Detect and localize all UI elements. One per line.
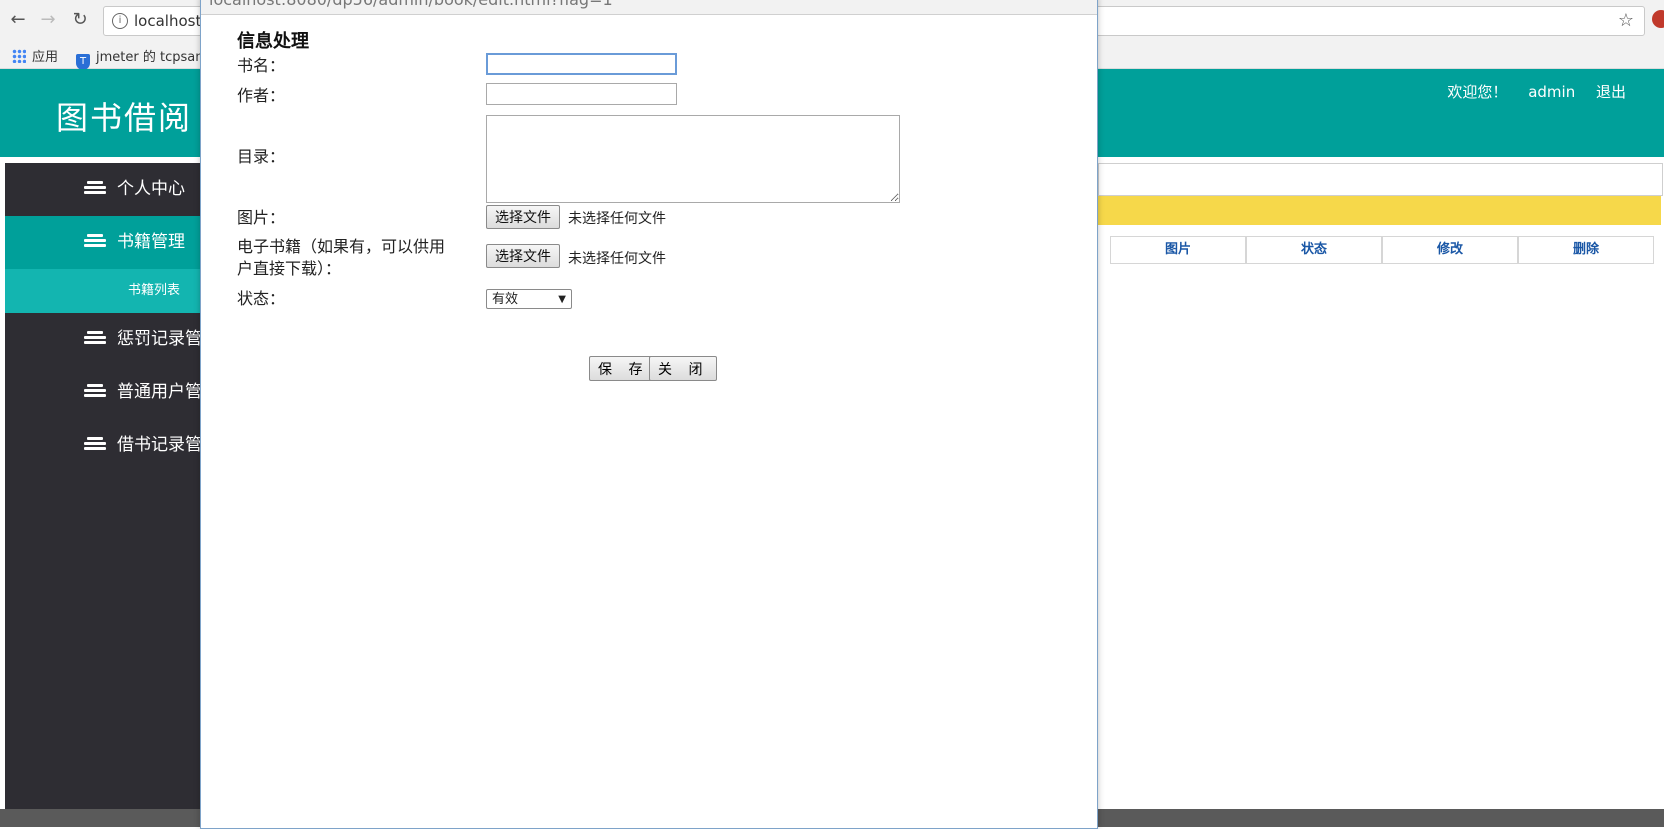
bookmark-star-icon[interactable]: ☆ bbox=[1618, 10, 1634, 31]
sidebar-item-label: 个人中心 bbox=[117, 179, 185, 199]
label-ebook-line1: 电子书籍（如果有，可以供用 bbox=[237, 237, 446, 256]
label-book-name: 书名： bbox=[237, 56, 286, 75]
shield-icon: T bbox=[76, 54, 90, 70]
dropdown-arrow-icon: ▼ bbox=[558, 294, 566, 305]
back-icon[interactable]: ← bbox=[6, 8, 30, 32]
sidebar-item-personal[interactable]: 个人中心 bbox=[5, 163, 200, 216]
column-header-edit: 修改 bbox=[1382, 236, 1518, 264]
bookmark-apps[interactable]: 应用 bbox=[12, 46, 58, 65]
bookmark-jmeter[interactable]: Tjmeter 的 tcpsam bbox=[76, 46, 208, 70]
bookmark-jmeter-label: jmeter 的 tcpsam bbox=[96, 50, 208, 65]
save-button[interactable]: 保 存 bbox=[589, 356, 658, 381]
status-select[interactable]: 有效 ▼ bbox=[486, 289, 572, 309]
sidebar-item-books[interactable]: 书籍管理 bbox=[5, 216, 200, 269]
label-ebook-line2: 户直接下载）： bbox=[237, 259, 342, 278]
sidebar-item-label: 惩罚记录管 bbox=[117, 329, 202, 349]
close-button[interactable]: 关 闭 bbox=[649, 356, 718, 381]
image-file-button[interactable]: 选择文件 bbox=[486, 205, 560, 229]
sidebar-item-label: 书籍管理 bbox=[117, 232, 185, 252]
label-catalog: 目录： bbox=[237, 147, 286, 166]
stack-icon bbox=[84, 181, 106, 197]
extension-icon[interactable] bbox=[1652, 10, 1664, 28]
sidebar-item-label: 借书记录管 bbox=[117, 435, 202, 455]
stack-icon bbox=[84, 437, 106, 453]
form-title: 信息处理 bbox=[237, 31, 309, 52]
sidebar-item-users[interactable]: 普通用户管 bbox=[5, 366, 202, 419]
sidebar-item-penalties[interactable]: 惩罚记录管 bbox=[5, 313, 202, 366]
app-title: 图书借阅 bbox=[56, 99, 193, 137]
stack-icon bbox=[84, 331, 106, 347]
book-name-input[interactable] bbox=[486, 53, 677, 75]
status-select-value: 有效 bbox=[492, 292, 519, 307]
bookmark-apps-label: 应用 bbox=[32, 50, 59, 65]
image-file-status: 未选择任何文件 bbox=[568, 211, 666, 227]
sidebar-item-label: 普通用户管 bbox=[117, 382, 202, 402]
welcome-text: 欢迎您！ bbox=[1447, 83, 1508, 101]
dialog-urlbar: localhost:8080/dp56/admin/book/edit.html… bbox=[201, 0, 1097, 15]
header-user-area: 欢迎您！ admin 退出 bbox=[1431, 81, 1626, 102]
sidebar: 个人中心 书籍管理 书籍列表 惩罚记录管 普通用户管 借书记录管 bbox=[5, 163, 202, 809]
column-header-status: 状态 bbox=[1246, 236, 1382, 264]
column-header-image: 图片 bbox=[1110, 236, 1246, 264]
dialog-url: localhost:8080/dp56/admin/book/edit.html… bbox=[209, 0, 613, 9]
edit-dialog: localhost:8080/dp56/admin/book/edit.html… bbox=[200, 0, 1098, 829]
reload-icon[interactable]: ↻ bbox=[68, 8, 92, 32]
label-image: 图片： bbox=[237, 208, 286, 227]
username-link[interactable]: admin bbox=[1528, 83, 1575, 101]
ebook-file-status: 未选择任何文件 bbox=[568, 251, 666, 267]
label-status: 状态： bbox=[237, 289, 286, 308]
logout-link[interactable]: 退出 bbox=[1596, 83, 1626, 101]
search-strip bbox=[1098, 163, 1663, 196]
stack-icon bbox=[84, 234, 106, 250]
column-header-delete: 删除 bbox=[1518, 236, 1654, 264]
forward-icon[interactable]: → bbox=[36, 8, 60, 32]
info-icon[interactable]: i bbox=[112, 13, 128, 29]
catalog-textarea[interactable] bbox=[486, 115, 900, 203]
label-author: 作者： bbox=[237, 86, 286, 105]
author-input[interactable] bbox=[486, 83, 677, 105]
toolbar-bar bbox=[1098, 196, 1661, 225]
sidebar-subitem-book-list[interactable]: 书籍列表 bbox=[5, 269, 200, 313]
address-bar-text: localhost bbox=[134, 12, 202, 30]
apps-grid-icon bbox=[12, 49, 26, 63]
stack-icon bbox=[84, 384, 106, 400]
sidebar-item-borrow-records[interactable]: 借书记录管 bbox=[5, 419, 202, 472]
ebook-file-button[interactable]: 选择文件 bbox=[486, 244, 560, 268]
